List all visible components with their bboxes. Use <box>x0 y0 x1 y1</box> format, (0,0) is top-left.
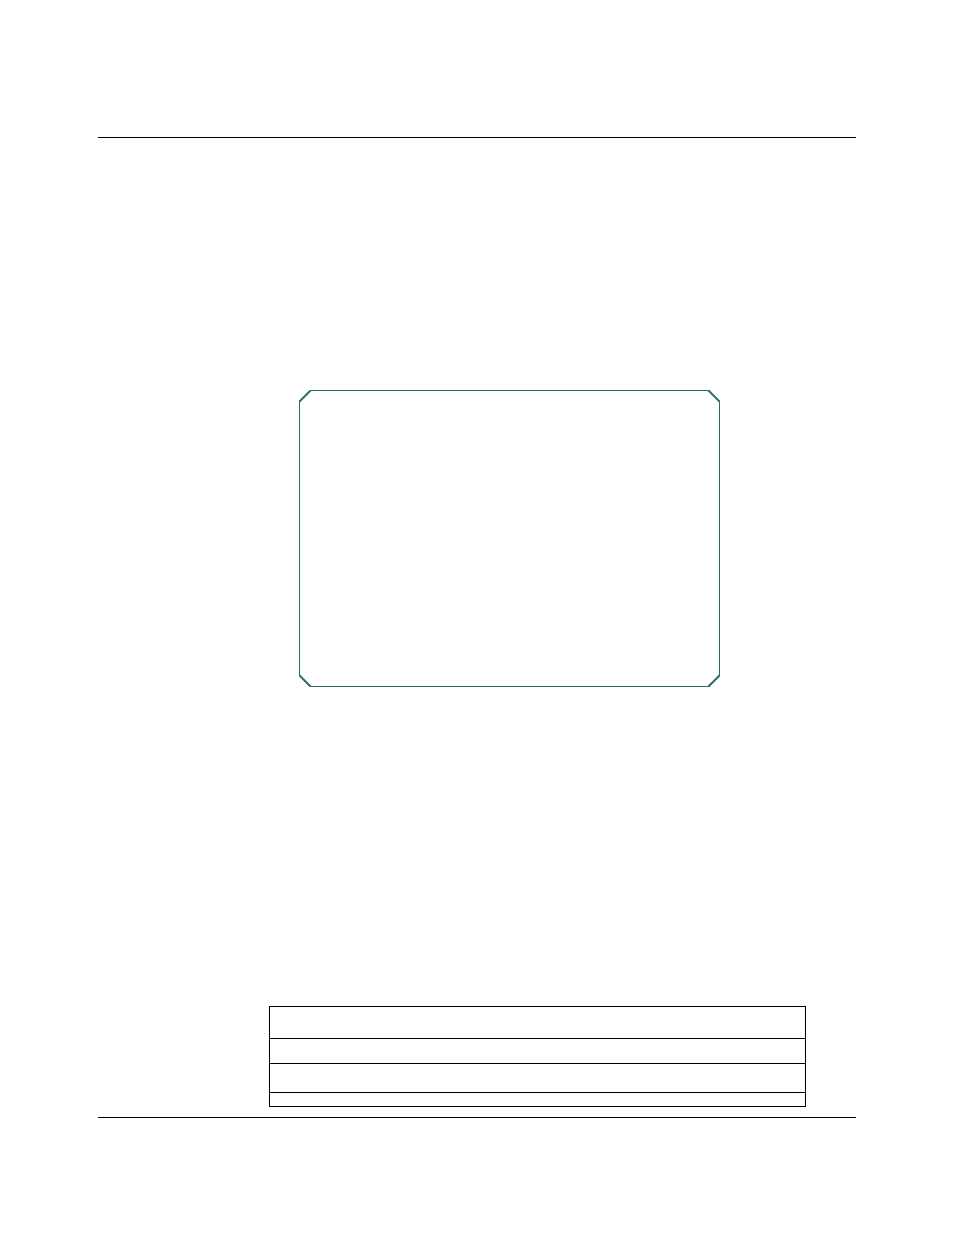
table-row <box>269 1006 806 1039</box>
top-horizontal-rule <box>98 137 856 138</box>
clipped-rectangle-path <box>299 390 720 687</box>
table-row <box>269 1064 806 1093</box>
bottom-horizontal-rule <box>98 1117 856 1118</box>
clipped-rectangle <box>299 390 720 687</box>
table-row <box>269 1039 806 1064</box>
table <box>269 1006 806 1107</box>
table-row <box>269 1093 806 1107</box>
